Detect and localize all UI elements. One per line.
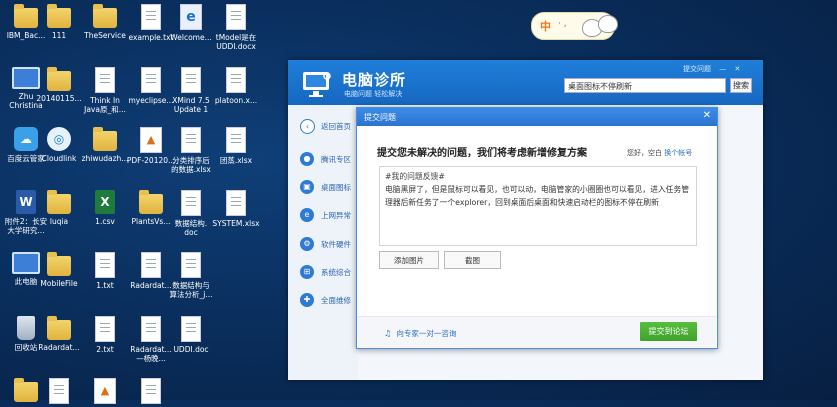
sidebar-item-label: 系统综合 (321, 268, 351, 277)
file-icon (95, 67, 115, 93)
app-subtitle: 电脑问题 轻松解决 (344, 90, 403, 98)
desktop-icon-label: 团蒸.xlsx (219, 156, 253, 165)
cat-mascot-icon (578, 7, 618, 39)
file-icon (49, 378, 69, 404)
file-icon (141, 378, 161, 404)
sidebar-item-label: 全面维修 (321, 296, 351, 305)
desktop-icon-label: SYSTEM.xlsx (212, 219, 260, 228)
dialog-footer: ♫ 向专家一对一咨询 提交到论坛 (358, 316, 716, 348)
header-links: 提交问题 — ✕ (683, 64, 746, 74)
ime-chinese-label[interactable]: 中 (540, 18, 551, 34)
dialog-title: 提交问题 (364, 113, 396, 122)
desktop-icon[interactable]: 数据结构与 算法分析_j... (163, 252, 219, 299)
stethoscope-monitor-icon (303, 72, 331, 97)
ime-punctuation-label[interactable]: · , (558, 19, 567, 29)
text-file-icon (95, 316, 115, 342)
doc-file-icon (181, 316, 201, 342)
file-icon (226, 67, 246, 93)
excel-icon: X (95, 190, 115, 214)
screenshot-button[interactable]: 截图 (444, 251, 501, 269)
user-greeting-text: 您好，空白 (627, 149, 662, 157)
add-image-button[interactable]: 添加图片 (379, 251, 439, 269)
docx-file-icon (226, 4, 246, 30)
app-title: 电脑诊所 (342, 71, 407, 89)
dialog-titlebar: 提交问题 ✕ (357, 108, 717, 126)
xlsx-file-icon (226, 190, 246, 216)
desktop-icon[interactable]: SYSTEM.xlsx (208, 190, 264, 228)
desktop-icon-label: platoon.x... (214, 96, 258, 105)
file-icon (141, 67, 161, 93)
question-body: 电脑黑屏了，但是鼠标可以看见，也可以动，电脑管家的小圈圈也可以看见，进入任务管理… (385, 185, 690, 207)
switch-account-link[interactable]: 换个帐号 (664, 149, 692, 157)
question-textarea[interactable]: #我的问题反馈# 电脑黑屏了，但是鼠标可以看见，也可以动，电脑管家的小圈圈也可以… (379, 166, 697, 246)
desktop-icon[interactable]: 团蒸.xlsx (208, 127, 264, 165)
sidebar-item-category-3[interactable]: e 上网异常 (300, 206, 360, 226)
sidebar-item-label: 返回首页 (321, 122, 351, 131)
ie-icon: e (300, 208, 314, 222)
xlsx-file-icon (226, 127, 246, 153)
desktop-icon[interactable] (123, 378, 179, 407)
sidebar-item-category-2[interactable]: ▣ 桌面图标 (300, 178, 360, 198)
text-file-icon (141, 4, 161, 30)
folder-icon (47, 316, 71, 340)
desktop-icon[interactable]: platoon.x... (208, 67, 264, 105)
desktop-icon-label: tModel是在 UDDI.docx (215, 33, 257, 51)
file-icon (141, 252, 161, 278)
sidebar-item-label: 腾讯专区 (321, 155, 351, 164)
folder-icon (47, 190, 71, 214)
feedback-tag: #我的问题反馈# (385, 172, 445, 181)
sidebar-item-category-4[interactable]: ⚙ 软件硬件 (300, 235, 360, 255)
xlsx-file-icon (181, 127, 201, 153)
desktop-icon[interactable]: UDDI.doc (163, 316, 219, 354)
hardware-icon: ⚙ (300, 237, 314, 251)
penguin-icon: ● (300, 152, 314, 166)
cloudlink-icon: ◎ (47, 127, 71, 151)
sidebar-item-label: 软件硬件 (321, 240, 351, 249)
sidebar-item-category-1[interactable]: ● 腾讯专区 (300, 150, 360, 170)
desktop-icon-label: UDDI.doc (173, 345, 209, 354)
input-method-widget[interactable]: 中 · , (531, 12, 618, 40)
repair-icon: ✚ (300, 293, 314, 307)
folder-icon (93, 127, 117, 151)
pdf-icon: ▲ (94, 378, 116, 404)
folder-icon (47, 4, 71, 28)
pdf-icon: ▲ (140, 127, 162, 153)
user-greeting: 您好，空白 换个帐号 (627, 148, 692, 158)
xmind-icon (181, 67, 201, 93)
text-file-icon (95, 252, 115, 278)
sidebar-item-category-6[interactable]: ✚ 全面维修 (300, 291, 360, 311)
doc-file-icon (181, 190, 201, 216)
sidebar-item-label: 上网异常 (321, 211, 351, 220)
sidebar-item-home[interactable]: ‹ 返回首页 (300, 117, 360, 137)
headset-icon: ♫ (384, 329, 392, 338)
search-input[interactable]: 桌面图标不停刷新 (564, 78, 726, 93)
file-icon (141, 316, 161, 342)
desktop-icon: ▣ (300, 180, 314, 194)
sidebar-item-label: 桌面图标 (321, 183, 351, 192)
folder-icon (93, 4, 117, 28)
file-icon (181, 252, 201, 278)
close-icon[interactable]: ✕ (734, 65, 740, 73)
submit-to-forum-button[interactable]: 提交到论坛 (640, 322, 697, 341)
sidebar: ‹ 返回首页 ● 腾讯专区 ▣ 桌面图标 e 上网异常 ⚙ 软件硬件 ⊞ 系统综合 ✚ 全面维修 (288, 105, 358, 380)
windows-icon: ⊞ (300, 265, 314, 279)
dialog-close-icon[interactable]: ✕ (703, 110, 711, 121)
dialog-heading: 提交您未解决的问题，我们将考虑新增修复方案 (377, 148, 587, 159)
folder-icon (139, 190, 163, 214)
submit-question-dialog: 提交问题 ✕ 提交您未解决的问题，我们将考虑新增修复方案 您好，空白 换个帐号 … (356, 107, 718, 349)
back-arrow-icon: ‹ (300, 119, 315, 134)
app-header: 电脑诊所 电脑问题 轻松解决 提交问题 — ✕ 桌面图标不停刷新 搜索 (288, 60, 763, 105)
folder-icon (47, 67, 71, 91)
desktop-icon[interactable]: tModel是在 UDDI.docx (208, 4, 264, 51)
submit-question-link[interactable]: 提交问题 (683, 65, 711, 73)
expert-consult-link[interactable]: ♫ 向专家一对一咨询 (384, 328, 456, 339)
folder-icon (47, 252, 71, 276)
minimize-button[interactable]: — (719, 65, 726, 73)
expert-consult-label: 向专家一对一咨询 (396, 329, 457, 338)
search-button[interactable]: 搜索 (730, 78, 752, 93)
word-document-icon: e (180, 4, 202, 30)
desktop-icon-label: 数据结构与 算法分析_j... (169, 281, 213, 299)
sidebar-item-category-5[interactable]: ⊞ 系统综合 (300, 263, 360, 283)
